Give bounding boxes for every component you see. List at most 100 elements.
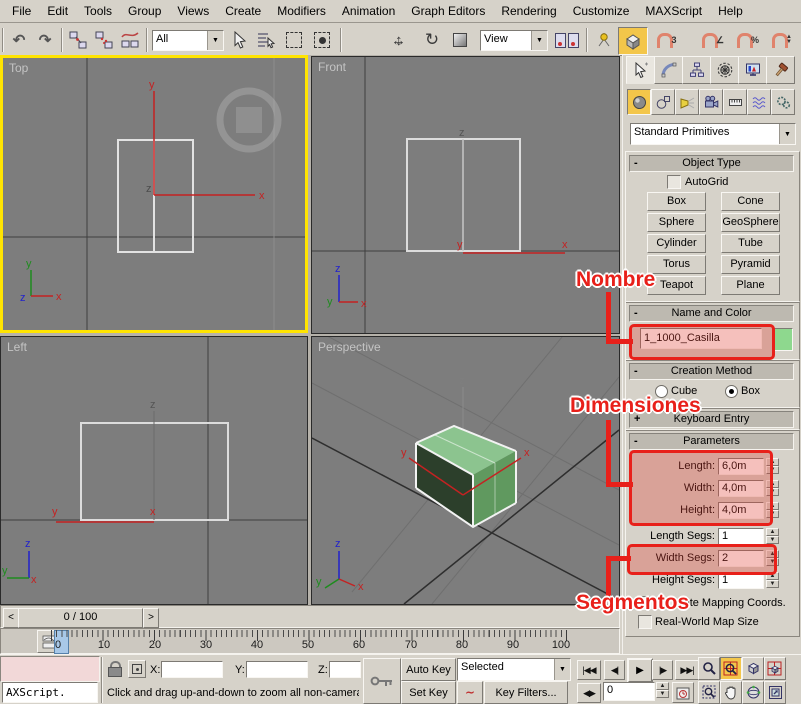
tab-motion[interactable] <box>710 56 739 84</box>
y-coordinate-input[interactable] <box>246 661 308 678</box>
geosphere-button[interactable]: GeoSphere <box>721 213 780 232</box>
auto-key-button[interactable]: Auto Key <box>401 658 456 681</box>
parameters-header[interactable]: - Parameters <box>629 433 794 450</box>
category-lights-icon[interactable] <box>675 89 699 115</box>
next-frame-button[interactable]: |▶ <box>652 660 673 680</box>
selection-set-dropdown[interactable]: Selected ▼ <box>457 658 571 681</box>
length-segs-input[interactable]: 1 <box>718 528 764 545</box>
menu-create[interactable]: Create <box>217 1 269 21</box>
teapot-button[interactable]: Teapot <box>647 276 706 295</box>
select-and-link-icon[interactable] <box>66 28 90 52</box>
arc-rotate-icon[interactable] <box>742 681 764 704</box>
maxscript-macro-recorder[interactable] <box>0 656 100 682</box>
real-world-map-size-checkbox[interactable] <box>638 615 652 629</box>
tab-hierarchy[interactable] <box>682 56 711 84</box>
menu-graph-editors[interactable]: Graph Editors <box>403 1 493 21</box>
tab-create[interactable] <box>626 56 655 84</box>
menu-rendering[interactable]: Rendering <box>493 1 564 21</box>
go-to-start-button[interactable]: |◀◀ <box>577 660 601 680</box>
previous-frame-arrow[interactable]: < <box>3 608 19 628</box>
chevron-down-icon[interactable]: ▼ <box>207 31 223 50</box>
autogrid-checkbox[interactable] <box>667 175 681 189</box>
creation-method-header[interactable]: - Creation Method <box>629 363 794 380</box>
menu-views[interactable]: Views <box>169 1 217 21</box>
selection-filter-dropdown[interactable]: All ▼ <box>152 30 224 51</box>
reference-coordinate-dropdown[interactable]: View ▼ <box>480 30 548 51</box>
go-to-end-button[interactable]: ▶▶| <box>675 660 699 680</box>
select-and-rotate-icon[interactable]: ↻ <box>420 28 444 52</box>
object-color-swatch[interactable] <box>772 328 793 351</box>
pyramid-button[interactable]: Pyramid <box>721 255 780 274</box>
window-crossing-icon[interactable] <box>310 28 334 52</box>
object-name-input[interactable]: 1_1000_Casilla <box>640 328 762 349</box>
maxscript-listener[interactable]: AXScript. <box>2 682 98 703</box>
bind-to-space-warp-icon[interactable] <box>118 28 142 52</box>
menu-group[interactable]: Group <box>120 1 169 21</box>
unlink-selection-icon[interactable] <box>92 28 116 52</box>
height-segs-spinner[interactable]: ▲▼ <box>766 572 779 589</box>
height-segs-input[interactable]: 1 <box>718 572 764 589</box>
width-spinner[interactable]: ▲▼ <box>766 480 779 497</box>
keyboard-shortcut-override-button[interactable] <box>363 658 401 704</box>
width-input[interactable]: 4,0m <box>718 480 764 497</box>
x-coordinate-input[interactable] <box>161 661 223 678</box>
object-type-header[interactable]: - Object Type <box>629 155 794 172</box>
cylinder-button[interactable]: Cylinder <box>647 234 706 253</box>
category-space-warps-icon[interactable] <box>747 89 771 115</box>
undo-icon[interactable]: ↶ <box>7 28 31 52</box>
width-segs-input[interactable]: 2 <box>718 550 764 567</box>
height-spinner[interactable]: ▲▼ <box>766 502 779 519</box>
set-key-button[interactable]: Set Key <box>401 681 456 704</box>
menu-animation[interactable]: Animation <box>334 1 403 21</box>
viewport-perspective[interactable]: z y x z y x <box>311 336 620 605</box>
select-and-manipulate-icon[interactable] <box>592 28 616 52</box>
key-mode-toggle-button[interactable]: ◀▶ <box>577 683 601 703</box>
select-by-name-icon[interactable] <box>254 28 278 52</box>
category-helpers-icon[interactable] <box>723 89 747 115</box>
select-and-scale-icon[interactable] <box>448 28 472 52</box>
category-shapes-icon[interactable] <box>651 89 675 115</box>
height-input[interactable]: 4,0m <box>718 502 764 519</box>
rectangular-selection-region-icon[interactable] <box>282 28 306 52</box>
length-spinner[interactable]: ▲▼ <box>766 458 779 475</box>
width-segs-spinner[interactable]: ▲▼ <box>766 550 779 567</box>
tube-button[interactable]: Tube <box>721 234 780 253</box>
key-filters-button[interactable]: Key Filters... <box>484 681 568 704</box>
chevron-down-icon[interactable]: ▼ <box>531 31 547 50</box>
spinner-snap-toggle-icon[interactable]: ▲▼ <box>767 28 797 52</box>
length-input[interactable]: 6,0m <box>718 458 764 475</box>
angle-snap-icon[interactable]: ∠ <box>698 28 728 52</box>
zoom-extents-icon[interactable] <box>742 657 764 680</box>
zoom-region-icon[interactable] <box>698 681 720 704</box>
zoom-all-icon[interactable] <box>720 657 742 680</box>
time-slider-handle[interactable]: 0 / 100 <box>18 608 143 628</box>
next-frame-arrow[interactable]: > <box>143 608 159 628</box>
box-button[interactable]: Box <box>647 192 706 211</box>
selection-lock-icon[interactable] <box>108 661 121 676</box>
time-configuration-button[interactable] <box>672 682 694 703</box>
select-object-icon[interactable] <box>228 28 252 52</box>
track-bar[interactable]: 0 10 20 30 40 50 60 70 80 90 100 <box>0 628 620 654</box>
chevron-down-icon[interactable]: ▼ <box>779 124 795 144</box>
zoom-extents-all-icon[interactable] <box>764 657 786 680</box>
primitives-category-dropdown[interactable]: Standard Primitives ▼ <box>630 123 796 145</box>
menu-help[interactable]: Help <box>710 1 751 21</box>
chevron-down-icon[interactable]: ▼ <box>554 659 570 680</box>
box-radio[interactable] <box>725 385 738 398</box>
menu-tools[interactable]: Tools <box>76 1 120 21</box>
percent-snap-toggle-icon[interactable]: % <box>733 28 763 52</box>
viewport-left[interactable]: z y x z y x Left <box>0 336 308 605</box>
pan-hand-icon[interactable] <box>720 681 742 704</box>
frame-spinner[interactable]: ▲▼ <box>656 682 669 701</box>
tab-modify[interactable] <box>654 56 683 84</box>
name-color-header[interactable]: - Name and Color <box>629 305 794 322</box>
menu-customize[interactable]: Customize <box>565 1 638 21</box>
category-systems-icon[interactable] <box>771 89 795 115</box>
play-button[interactable]: ▶ <box>627 658 653 683</box>
cone-button[interactable]: Cone <box>721 192 780 211</box>
category-cameras-icon[interactable] <box>699 89 723 115</box>
current-frame-input[interactable]: 0 <box>603 682 655 701</box>
menu-edit[interactable]: Edit <box>39 1 76 21</box>
tab-utilities[interactable] <box>766 56 795 84</box>
torus-button[interactable]: Torus <box>647 255 706 274</box>
